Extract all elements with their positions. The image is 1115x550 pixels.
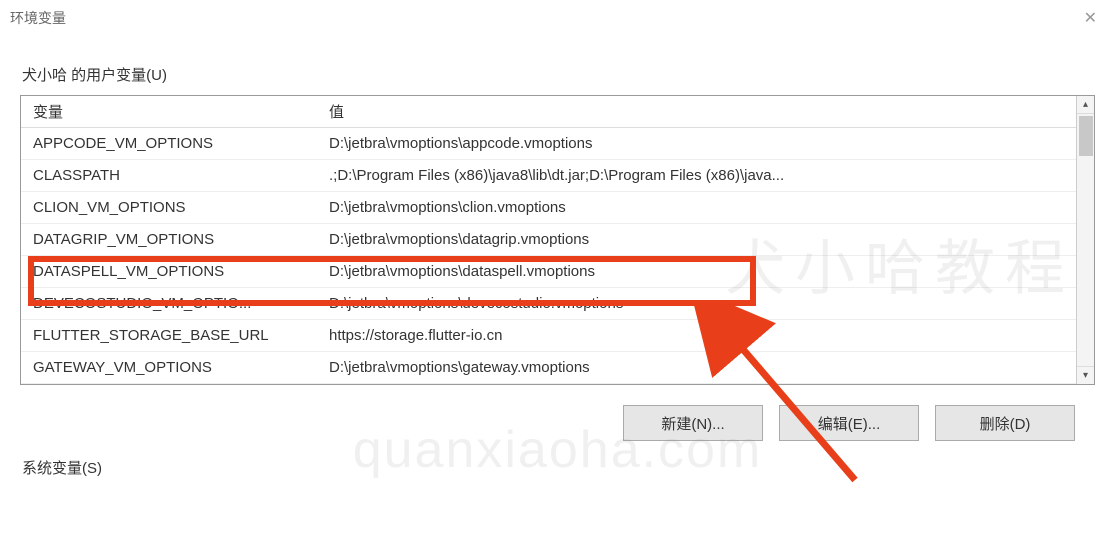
cell-val: D:\jetbra\vmoptions\devecostudio.vmoptio… [329, 295, 1076, 312]
cell-var: DEVECOSTUDIO_VM_OPTIO... [21, 295, 329, 312]
system-vars-label: 系统变量(S) [0, 441, 1115, 478]
cell-val: D:\jetbra\vmoptions\clion.vmoptions [329, 199, 1076, 216]
scroll-down-icon[interactable]: ▾ [1077, 366, 1094, 384]
scroll-up-icon[interactable]: ▴ [1077, 96, 1094, 114]
table-row[interactable]: CLASSPATH .;D:\Program Files (x86)\java8… [21, 160, 1076, 192]
cell-var: DATAGRIP_VM_OPTIONS [21, 231, 329, 248]
table-row[interactable]: APPCODE_VM_OPTIONS D:\jetbra\vmoptions\a… [21, 128, 1076, 160]
table-row[interactable]: DATAGRIP_VM_OPTIONS D:\jetbra\vmoptions\… [21, 224, 1076, 256]
table-row[interactable]: CLION_VM_OPTIONS D:\jetbra\vmoptions\cli… [21, 192, 1076, 224]
table-row[interactable]: DEVECOSTUDIO_VM_OPTIO... D:\jetbra\vmopt… [21, 288, 1076, 320]
user-vars-panel: 犬小哈 的用户变量(U) 变量 值 APPCODE_VM_OPTIONS D:\… [20, 64, 1095, 441]
cell-val: .;D:\Program Files (x86)\java8\lib\dt.ja… [329, 167, 1076, 184]
cell-var: FLUTTER_STORAGE_BASE_URL [21, 327, 329, 344]
table-body: 变量 值 APPCODE_VM_OPTIONS D:\jetbra\vmopti… [21, 96, 1076, 384]
delete-button[interactable]: 删除(D) [935, 405, 1075, 441]
title-bar: 环境变量 ✕ [0, 0, 1115, 34]
close-icon[interactable]: ✕ [1078, 6, 1103, 30]
header-variable: 变量 [21, 101, 329, 122]
cell-val: D:\jetbra\vmoptions\appcode.vmoptions [329, 135, 1076, 152]
table-row[interactable]: GATEWAY_VM_OPTIONS D:\jetbra\vmoptions\g… [21, 352, 1076, 384]
cell-var: CLASSPATH [21, 167, 329, 184]
new-button[interactable]: 新建(N)... [623, 405, 763, 441]
user-vars-label: 犬小哈 的用户变量(U) [20, 64, 1095, 91]
header-value: 值 [329, 101, 1076, 122]
scroll-thumb[interactable] [1079, 116, 1093, 156]
cell-var: DATASPELL_VM_OPTIONS [21, 263, 329, 280]
edit-button[interactable]: 编辑(E)... [779, 405, 919, 441]
cell-var: CLION_VM_OPTIONS [21, 199, 329, 216]
cell-val: D:\jetbra\vmoptions\datagrip.vmoptions [329, 231, 1076, 248]
table-row[interactable]: DATASPELL_VM_OPTIONS D:\jetbra\vmoptions… [21, 256, 1076, 288]
scrollbar[interactable]: ▴ ▾ [1076, 96, 1094, 384]
cell-val: D:\jetbra\vmoptions\dataspell.vmoptions [329, 263, 1076, 280]
table-row[interactable]: FLUTTER_STORAGE_BASE_URL https://storage… [21, 320, 1076, 352]
cell-val: D:\jetbra\vmoptions\gateway.vmoptions [329, 359, 1076, 376]
user-vars-table: 变量 值 APPCODE_VM_OPTIONS D:\jetbra\vmopti… [20, 95, 1095, 385]
cell-val: https://storage.flutter-io.cn [329, 327, 1076, 344]
window-title: 环境变量 [10, 8, 66, 28]
user-vars-buttons: 新建(N)... 编辑(E)... 删除(D) [20, 405, 1095, 441]
cell-var: APPCODE_VM_OPTIONS [21, 135, 329, 152]
table-header: 变量 值 [21, 96, 1076, 128]
cell-var: GATEWAY_VM_OPTIONS [21, 359, 329, 376]
